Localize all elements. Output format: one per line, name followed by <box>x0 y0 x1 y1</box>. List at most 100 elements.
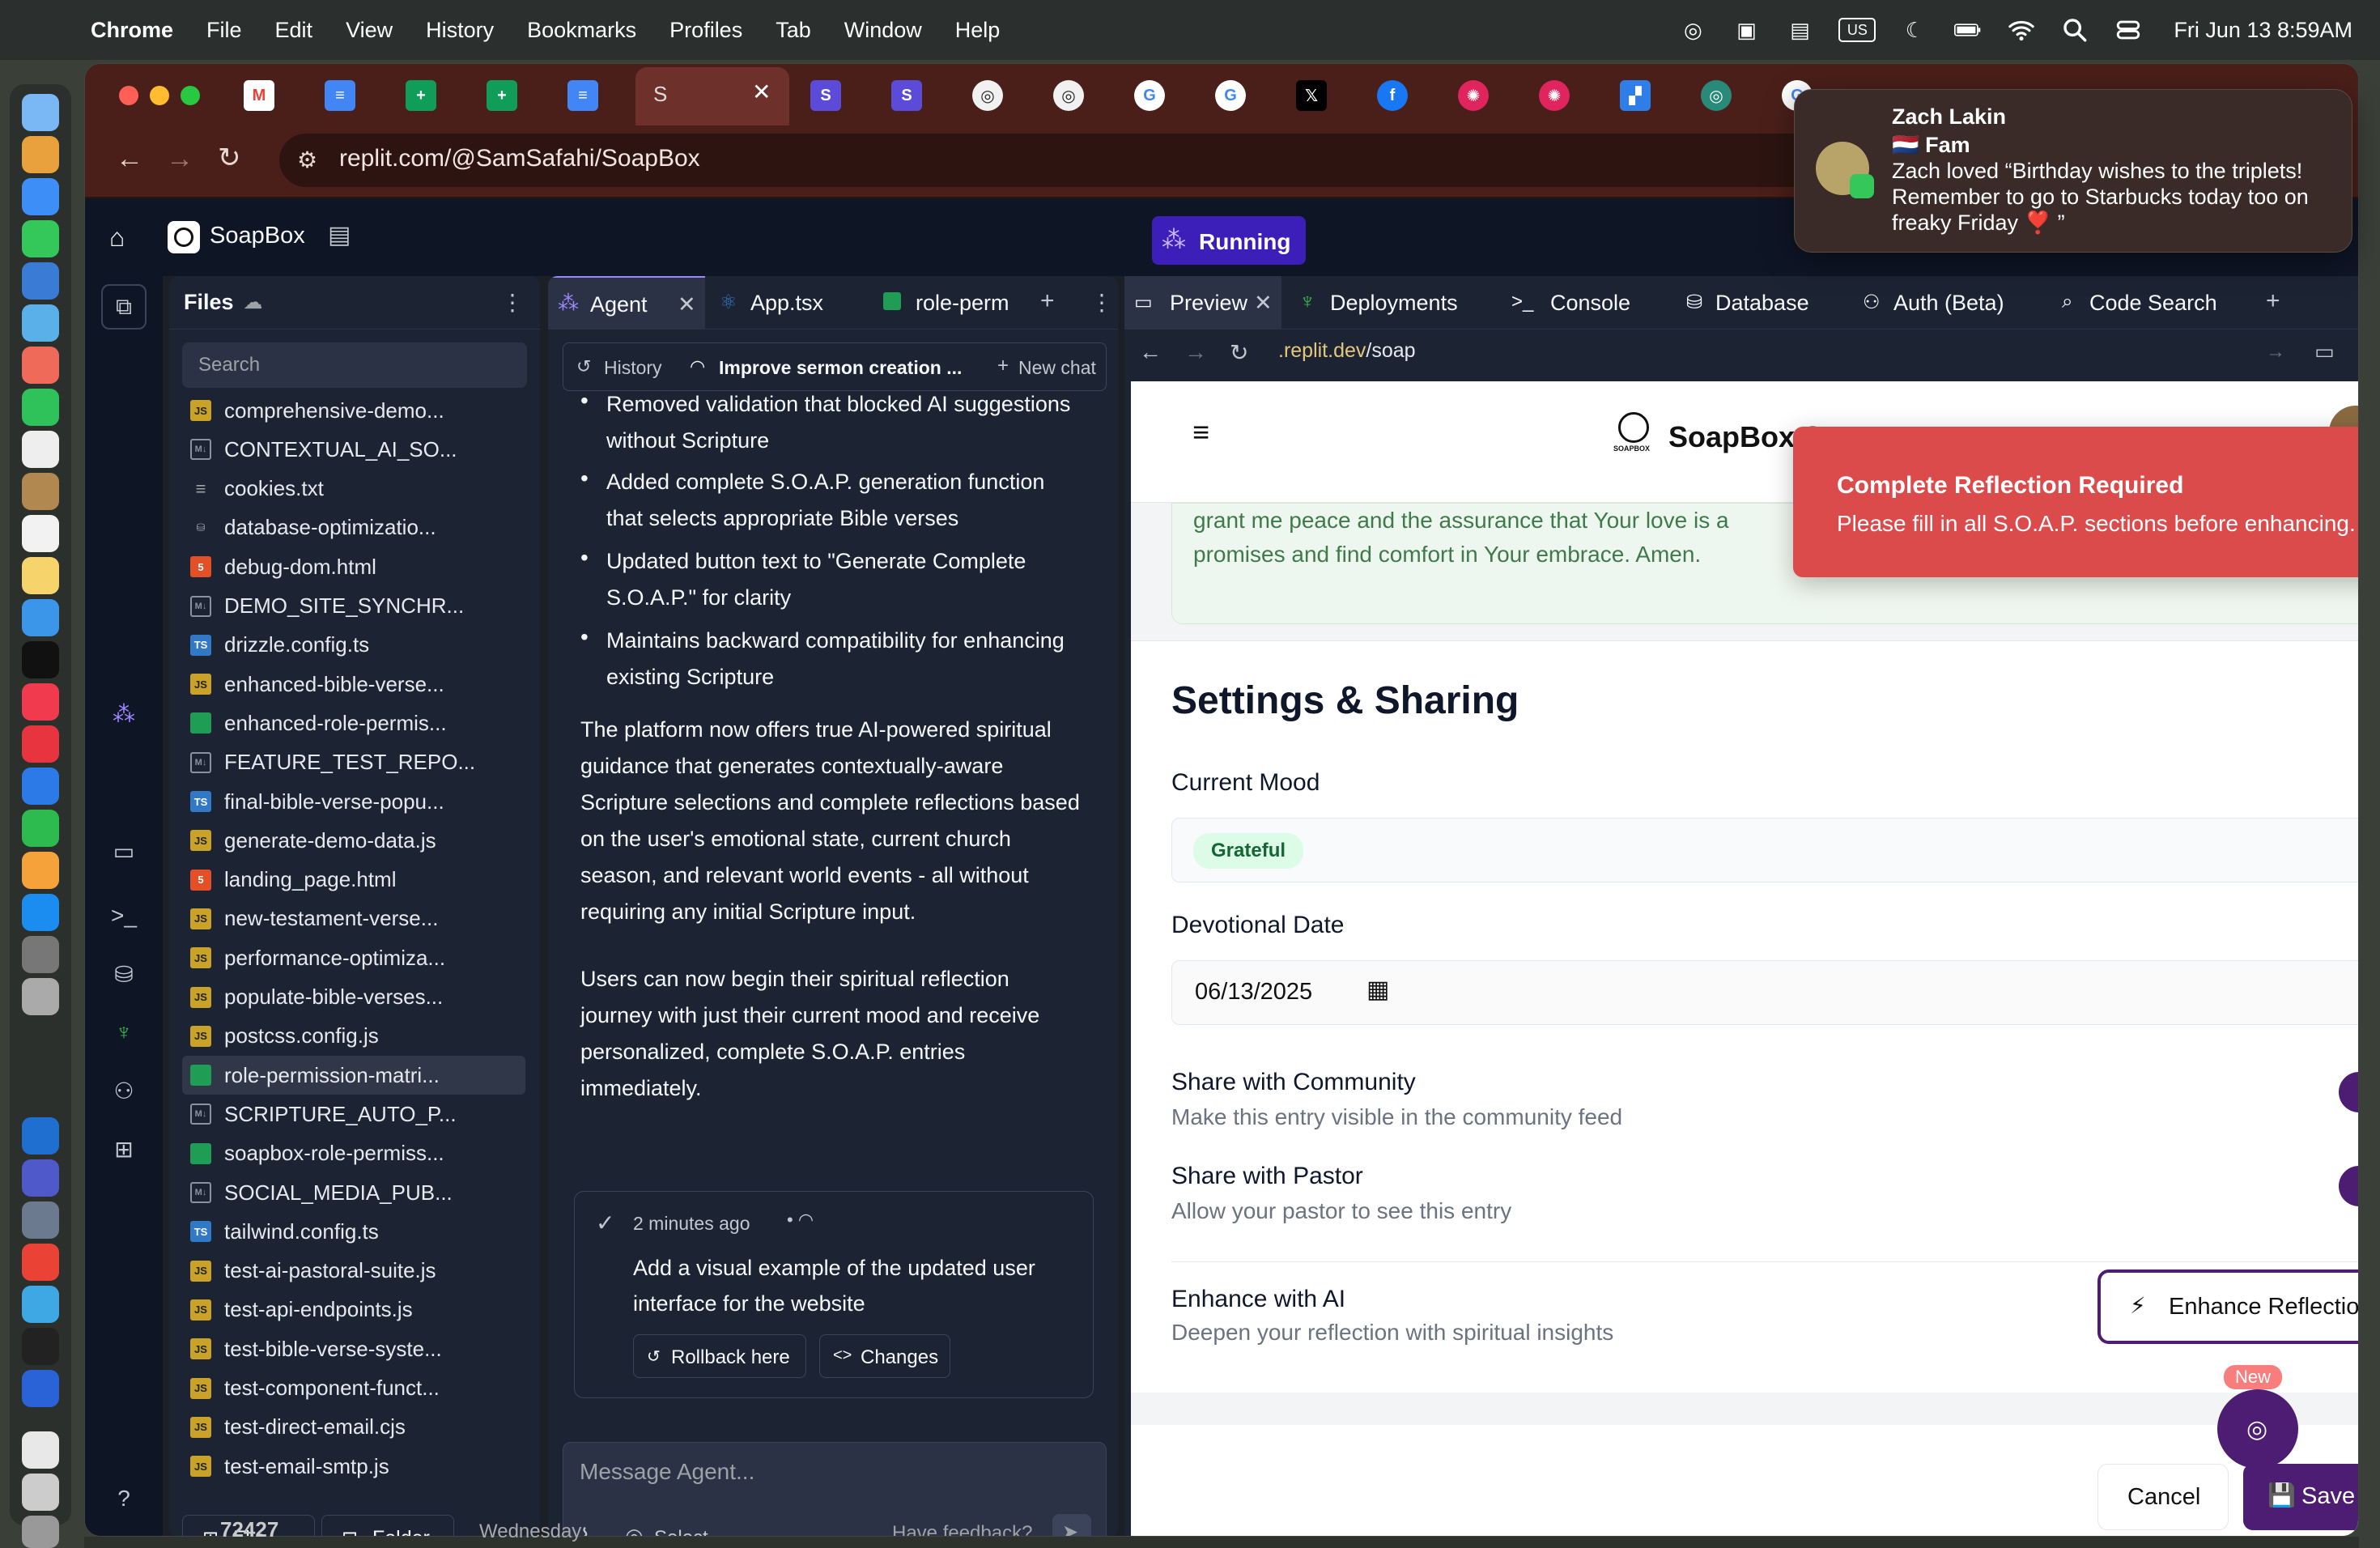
openai-tab-icon[interactable]: ◎ <box>972 80 1003 111</box>
input-source-icon[interactable]: US <box>1838 18 1876 42</box>
focus-moon-icon[interactable]: ☾ <box>1900 15 1929 45</box>
minimize-window-button[interactable] <box>150 86 169 105</box>
contacts-icon[interactable] <box>22 473 59 510</box>
google-tab-icon-2[interactable]: G <box>1215 80 1246 111</box>
share-community-toggle[interactable] <box>2339 1072 2358 1112</box>
file-row[interactable]: JS generate-demo-data.js <box>182 821 525 860</box>
preview-nav-icon[interactable]: ▭ <box>108 835 140 867</box>
share-pastor-toggle[interactable] <box>2339 1166 2358 1206</box>
file-row[interactable]: M↓ SCRIPTURE_AUTO_P... <box>182 1095 525 1133</box>
outlook-icon[interactable]: ▣ <box>1732 15 1761 45</box>
sheets-tab-icon-2[interactable]: + <box>487 80 517 111</box>
docs-tab-icon-2[interactable]: ≡ <box>567 80 598 111</box>
freeform-icon[interactable] <box>22 599 59 636</box>
preview-reload-icon[interactable]: ↻ <box>1230 339 1248 366</box>
file-row[interactable]: JS performance-optimiza... <box>182 938 525 977</box>
menu-tab[interactable]: Tab <box>776 18 811 43</box>
wifi-icon[interactable] <box>2007 15 2036 45</box>
trash-icon[interactable] <box>22 1516 59 1548</box>
close-preview-tab-icon[interactable]: ✕ <box>1254 291 1273 316</box>
menu-history[interactable]: History <box>426 18 494 43</box>
preview-forward-icon[interactable]: → <box>1184 339 1207 365</box>
sheets-tab-icon[interactable]: + <box>406 80 436 111</box>
openai-tab-icon-2[interactable]: ◎ <box>1053 80 1084 111</box>
blocks-tab-icon[interactable]: ▞ <box>1620 80 1651 111</box>
terminal-icon[interactable] <box>22 1328 59 1365</box>
file-row[interactable]: role-permission-matri... <box>182 1056 525 1095</box>
send-button[interactable]: ➤ <box>1052 1514 1091 1536</box>
all-tools-icon[interactable]: ⊞ <box>108 1133 140 1165</box>
file-row[interactable]: JS enhanced-bible-verse... <box>182 665 525 704</box>
launchpad-icon[interactable] <box>22 136 59 173</box>
file-row[interactable]: 5 landing_page.html <box>182 861 525 899</box>
pinwheel-tab-icon[interactable]: ✺ <box>1458 80 1489 111</box>
error-toast[interactable]: Complete Reflection Required Please fill… <box>1793 427 2358 577</box>
file-row[interactable]: JS test-direct-email.cjs <box>182 1408 525 1447</box>
forward-icon[interactable]: → <box>166 143 193 175</box>
mail-icon[interactable] <box>22 262 59 300</box>
run-status-button[interactable]: ⁂ Running <box>1152 216 1306 265</box>
date-input[interactable]: 06/13/2025 ▦ <box>1171 960 2358 1025</box>
zoom-window-button[interactable] <box>181 86 200 105</box>
agent-tabs-menu-icon[interactable]: ⋮ <box>1090 289 1113 316</box>
preview-back-icon[interactable]: ← <box>1139 339 1162 365</box>
menu-file[interactable]: File <box>206 18 242 43</box>
finder-icon[interactable] <box>22 94 59 131</box>
history-button[interactable]: History <box>604 357 662 379</box>
reload-icon[interactable]: ↻ <box>218 142 241 174</box>
menu-bookmarks[interactable]: Bookmarks <box>527 18 636 43</box>
stripe-tab-icon[interactable]: S <box>810 80 841 111</box>
menubar-clock[interactable]: Fri Jun 13 8:59AM <box>2174 18 2352 43</box>
music-icon[interactable] <box>22 683 59 721</box>
close-tab-icon[interactable]: ✕ <box>752 79 771 105</box>
apple-tv-icon[interactable] <box>22 641 59 678</box>
tab-code-search[interactable]: ⌕ Code Search <box>2054 276 2256 330</box>
file-row[interactable]: ⛁ database-optimizatio... <box>182 508 525 547</box>
file-row[interactable]: JS new-testament-verse... <box>182 899 525 938</box>
google-tab-icon[interactable]: G <box>1134 80 1165 111</box>
numbers-icon[interactable] <box>22 810 59 847</box>
thread-title[interactable]: Improve sermon creation ... <box>719 357 962 379</box>
downloads-icon[interactable] <box>22 1474 59 1511</box>
menu-edit[interactable]: Edit <box>275 18 313 43</box>
menu-profiles[interactable]: Profiles <box>669 18 742 43</box>
devtools-icon[interactable]: ⚒ <box>2358 339 2359 364</box>
battery-icon[interactable] <box>1953 15 1983 45</box>
new-folder-button[interactable]: ⊡ Folder <box>321 1515 454 1536</box>
new-chat-button[interactable]: New chat <box>1018 357 1096 379</box>
docs-tab-icon[interactable]: ≡ <box>325 80 355 111</box>
changes-button[interactable]: <> Changes <box>819 1334 950 1378</box>
back-icon[interactable]: ← <box>116 143 143 175</box>
select-button[interactable]: Select <box>654 1527 708 1536</box>
tab-database[interactable]: ⛁ Database <box>1680 276 1850 330</box>
tab-auth[interactable]: ⚇ Auth (Beta) <box>1856 276 2051 330</box>
site-info-icon[interactable]: ⚙ <box>297 147 317 173</box>
tab-console[interactable]: >_ Console <box>1505 276 1667 330</box>
mood-select[interactable]: Grateful ⌄ <box>1171 818 2358 882</box>
system-settings-icon[interactable] <box>22 936 59 973</box>
file-row[interactable]: JS test-api-endpoints.js <box>182 1291 525 1329</box>
facebook-tab-icon[interactable]: f <box>1377 80 1408 111</box>
menu-window[interactable]: Window <box>844 18 922 43</box>
file-row[interactable]: JS postcss.config.js <box>182 1017 525 1056</box>
files-search-input[interactable]: Search <box>182 342 527 388</box>
keynote-icon[interactable] <box>22 768 59 805</box>
active-tab[interactable]: S ✕ <box>635 67 789 125</box>
pages-icon[interactable] <box>22 852 59 889</box>
chatgpt-tab-icon[interactable]: ◎ <box>1701 80 1732 111</box>
message-input[interactable]: Message Agent... <box>580 1459 754 1485</box>
vpn-icon[interactable]: ◎ <box>1678 15 1707 45</box>
maps-icon[interactable] <box>22 304 59 342</box>
auth-nav-icon[interactable]: ⚇ <box>108 1074 140 1107</box>
file-row[interactable]: JS test-component-funct... <box>182 1369 525 1408</box>
deployments-nav-icon[interactable]: ♆ <box>108 1016 140 1048</box>
file-tree-icon[interactable]: ⧉ <box>101 284 147 330</box>
file-row[interactable]: enhanced-role-permis... <box>182 704 525 742</box>
close-window-button[interactable] <box>119 86 138 105</box>
file-row[interactable]: M↓ SOCIAL_MEDIA_PUB... <box>182 1173 525 1212</box>
facetime-icon[interactable] <box>22 389 59 426</box>
history-icon[interactable]: ↺ <box>576 356 591 377</box>
url-text[interactable]: replit.com/@SamSafahi/SoapBox <box>339 145 700 172</box>
preview-url[interactable]: .replit.dev/soap <box>1278 339 1416 363</box>
file-row[interactable]: soapbox-role-permiss... <box>182 1134 525 1173</box>
